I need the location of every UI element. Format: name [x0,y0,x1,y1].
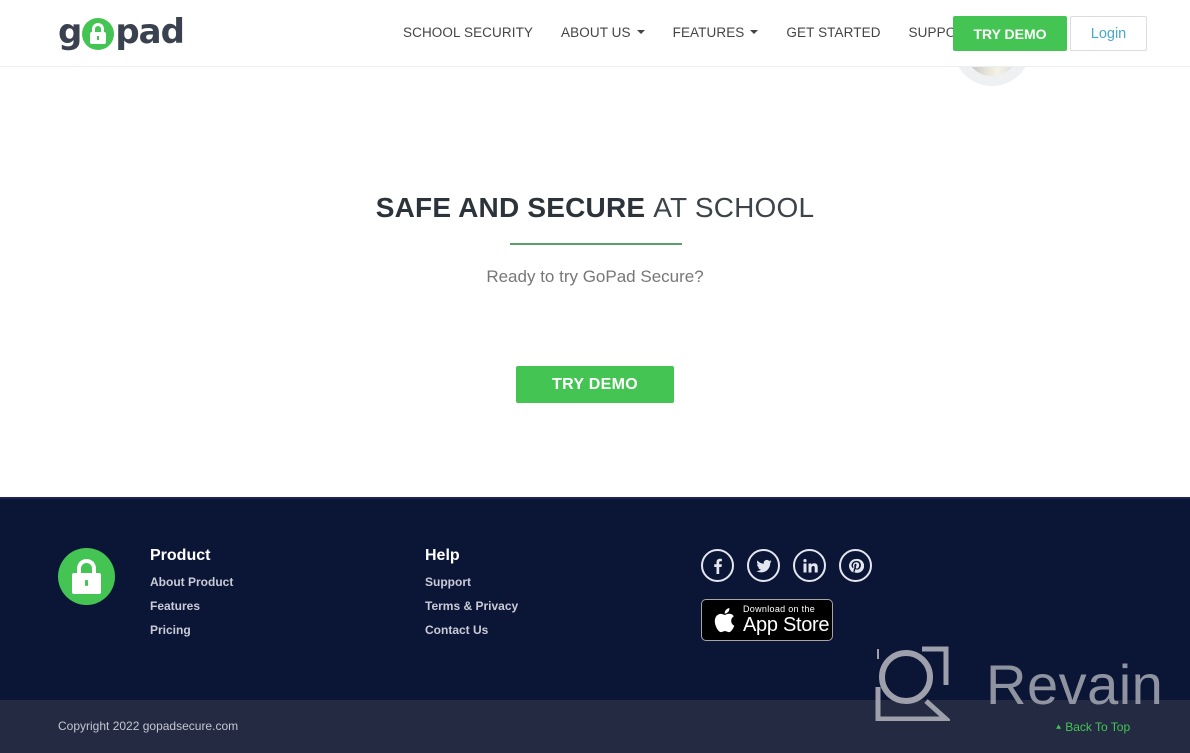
social-links [701,549,885,582]
nav-label: ABOUT US [561,24,631,40]
footer-link-terms-privacy[interactable]: Terms & Privacy [425,599,518,613]
hero-subtitle: Ready to try GoPad Secure? [486,267,704,286]
appstore-small-text: Download on the [743,604,816,614]
footer-link-about-product[interactable]: About Product [150,575,233,589]
hero-title-bold: SAFE AND SECURE [375,192,646,223]
appstore-big-text: App Store [743,614,830,636]
double-chevron-up-icon: ⯅ [1055,721,1063,732]
footer-link-pricing[interactable]: Pricing [150,623,233,637]
page: g pad SCHOOL SECURITY ABOUT US FEATURES … [0,0,1190,753]
footer-lock-logo-icon [58,548,115,605]
nav-label: GET STARTED [786,24,881,40]
hero-title-light: AT SCHOOL [653,192,815,223]
site-footer: Product About Product Features Pricing H… [0,497,1190,700]
linkedin-icon[interactable] [793,549,826,582]
caret-down-icon [636,30,645,34]
app-store-badge[interactable]: Download on the App Store [701,599,833,641]
hero-title: SAFE AND SECURE AT SCHOOL [0,192,1190,224]
nav-label: SCHOOL SECURITY [403,24,534,40]
footer-help-heading: Help [425,547,460,564]
logo-text-pad: pad [115,12,185,52]
try-demo-button[interactable]: TRY DEMO [516,366,674,403]
back-to-top-link[interactable]: ⯅ Back To Top [1055,720,1130,734]
footer-link-features[interactable]: Features [150,599,233,613]
nav-about-us[interactable]: ABOUT US [561,25,645,40]
apple-icon [714,608,735,633]
back-to-top-label: Back To Top [1065,720,1131,734]
footer-product-column: Product About Product Features Pricing [150,547,233,647]
site-header: g pad SCHOOL SECURITY ABOUT US FEATURES … [0,0,1190,67]
try-demo-header-button[interactable]: TRY DEMO [953,16,1067,51]
footer-link-support[interactable]: Support [425,575,518,589]
footer-product-heading: Product [150,547,211,564]
nav-school-security[interactable]: SCHOOL SECURITY [403,25,533,40]
caret-down-icon [750,30,759,34]
footer-help-column: Help Support Terms & Privacy Contact Us [425,547,518,647]
nav-label: FEATURES [672,24,745,40]
logo-text-g: g [58,12,82,52]
login-button[interactable]: Login [1070,16,1147,51]
twitter-icon[interactable] [747,549,780,582]
pinterest-icon[interactable] [839,549,872,582]
facebook-icon[interactable] [701,549,734,582]
nav-get-started[interactable]: GET STARTED [786,25,880,40]
footer-link-contact-us[interactable]: Contact Us [425,623,518,637]
main-nav: SCHOOL SECURITY ABOUT US FEATURES GET ST… [403,0,1002,64]
copyright-text: Copyright 2022 gopadsecure.com [58,719,239,733]
footer-bottom-bar: Copyright 2022 gopadsecure.com ⯅ Back To… [0,700,1190,753]
gopad-logo[interactable]: g pad [58,12,185,52]
lock-icon [82,18,115,50]
nav-features[interactable]: FEATURES [673,25,759,40]
title-divider [510,243,682,245]
